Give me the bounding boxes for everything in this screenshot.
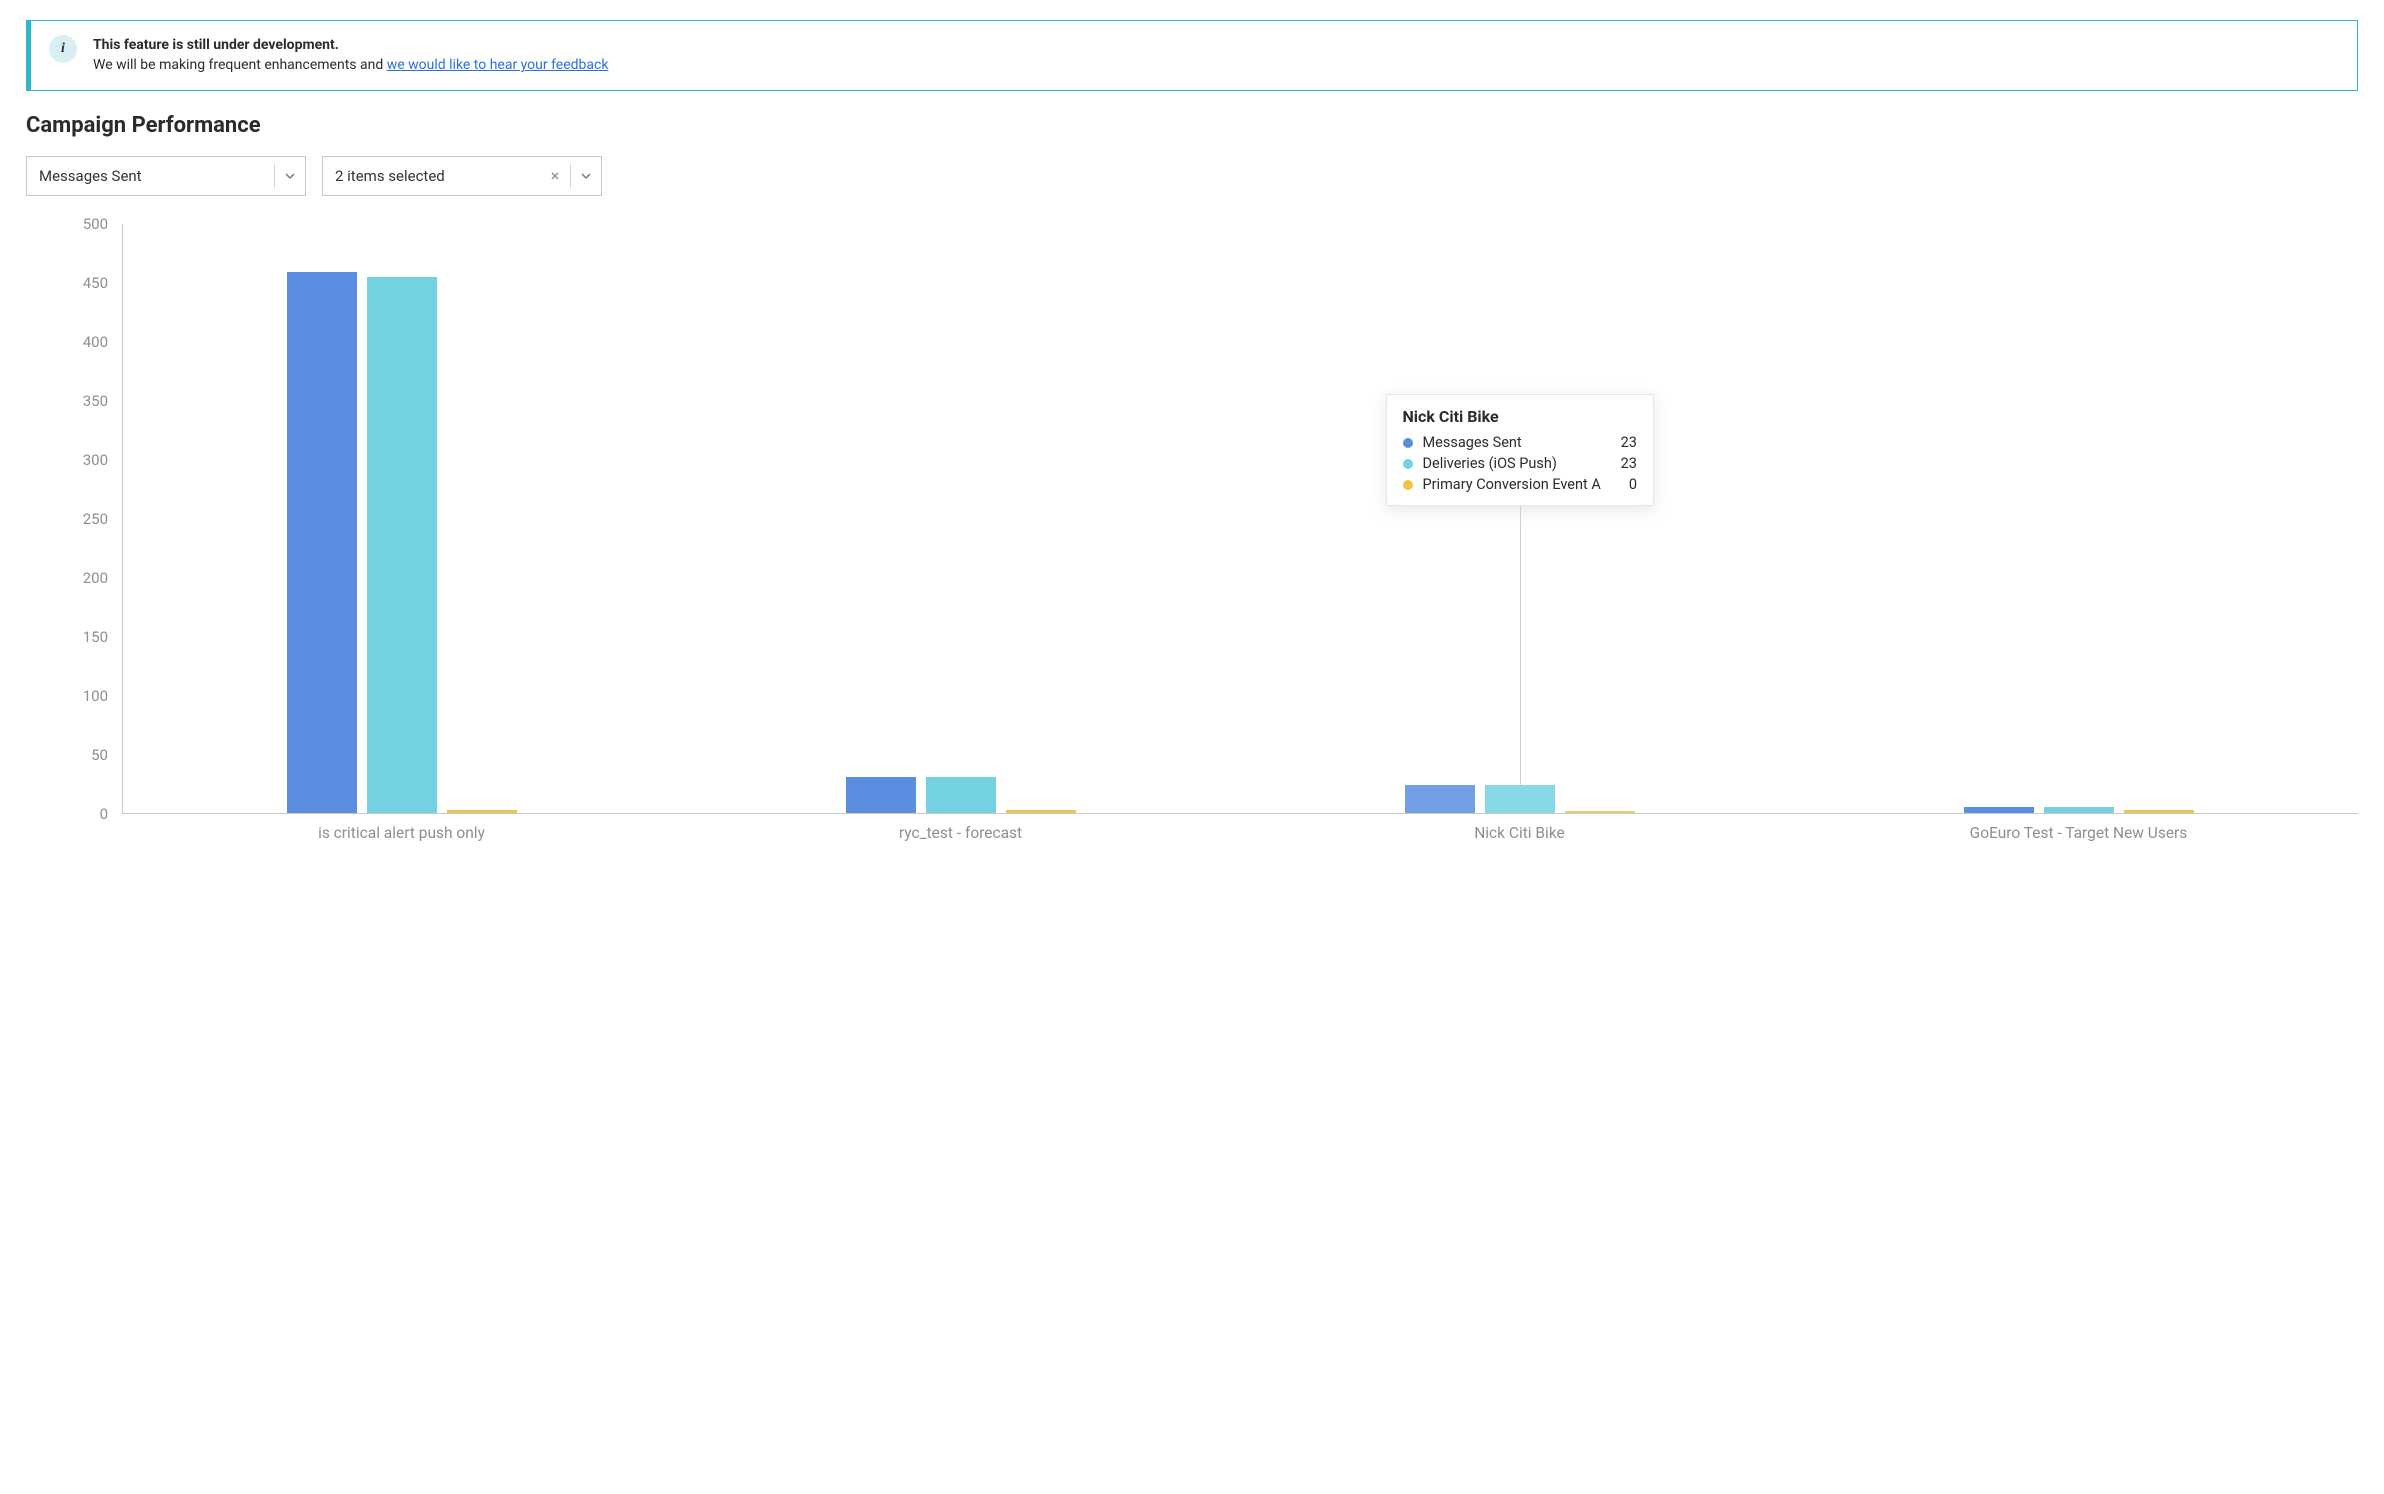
chart-tooltip: Nick Citi Bike Messages Sent23Deliveries… — [1386, 394, 1654, 506]
tooltip-series-value: 0 — [1611, 476, 1637, 493]
legend-swatch — [1403, 480, 1413, 490]
y-tick: 50 — [91, 746, 108, 764]
x-tick-label: Nick Citi Bike — [1240, 824, 1799, 842]
metric-select-value: Messages Sent — [27, 157, 274, 195]
tooltip-series-label: Deliveries (iOS Push) — [1423, 455, 1593, 472]
category-group[interactable] — [1799, 224, 2358, 813]
tooltip-title: Nick Citi Bike — [1403, 407, 1637, 426]
section-title: Campaign Performance — [26, 113, 2358, 138]
bar[interactable] — [846, 777, 916, 812]
y-tick: 350 — [83, 392, 108, 410]
y-tick: 150 — [83, 628, 108, 646]
bar[interactable] — [447, 810, 517, 812]
legend-swatch — [1403, 459, 1413, 469]
chevron-down-icon — [275, 157, 305, 195]
bar[interactable] — [287, 272, 357, 812]
tooltip-series-value: 23 — [1603, 434, 1637, 451]
y-tick: 500 — [83, 215, 108, 233]
bar[interactable] — [1565, 811, 1635, 813]
bar[interactable] — [1006, 810, 1076, 812]
info-banner-text: This feature is still under development.… — [93, 35, 608, 76]
y-tick: 250 — [83, 510, 108, 528]
category-group[interactable] — [123, 224, 682, 813]
tooltip-pointer — [1520, 506, 1521, 786]
clear-icon[interactable]: × — [540, 157, 570, 195]
y-tick: 450 — [83, 274, 108, 292]
tooltip-row: Deliveries (iOS Push) 23 — [1403, 453, 1637, 474]
feedback-link[interactable]: we would like to hear your feedback — [387, 57, 609, 73]
y-tick: 100 — [83, 687, 108, 705]
tooltip-series-label: Messages Sent — [1423, 434, 1593, 451]
legend-swatch — [1403, 438, 1413, 448]
tooltip-row: Primary Conversion Event A 0 — [1403, 474, 1637, 495]
chart: 050100150200250300350400450500 is critic… — [26, 224, 2358, 842]
x-tick-label: is critical alert push only — [122, 824, 681, 842]
info-icon: i — [49, 35, 77, 63]
x-tick-label: ryc_test - forecast — [681, 824, 1240, 842]
bar[interactable] — [2124, 810, 2194, 812]
tooltip-row: Messages Sent 23 — [1403, 432, 1637, 453]
info-banner-bold: This feature is still under development. — [93, 37, 339, 53]
tooltip-series-value: 23 — [1603, 455, 1637, 472]
info-banner: i This feature is still under developmen… — [26, 20, 2358, 91]
y-tick: 400 — [83, 333, 108, 351]
y-tick: 0 — [100, 805, 108, 823]
bar[interactable] — [1485, 785, 1555, 812]
bar[interactable] — [1964, 807, 2034, 813]
chevron-down-icon — [571, 157, 601, 195]
tooltip-series-label: Primary Conversion Event A — [1423, 476, 1601, 493]
info-banner-line2: We will be making frequent enhancements … — [93, 57, 387, 73]
bar[interactable] — [2044, 807, 2114, 813]
y-axis: 050100150200250300350400450500 — [26, 224, 122, 814]
x-axis: is critical alert push onlyryc_test - fo… — [122, 814, 2358, 842]
x-tick-label: GoEuro Test - Target New Users — [1799, 824, 2358, 842]
category-group[interactable] — [682, 224, 1241, 813]
metric-select[interactable]: Messages Sent — [26, 156, 306, 196]
bar[interactable] — [926, 777, 996, 812]
multi-select-value: 2 items selected — [323, 157, 540, 195]
filter-row: Messages Sent 2 items selected × — [26, 156, 2358, 196]
y-tick: 200 — [83, 569, 108, 587]
y-tick: 300 — [83, 451, 108, 469]
bar[interactable] — [367, 277, 437, 813]
plot-area[interactable] — [122, 224, 2358, 814]
bar[interactable] — [1405, 785, 1475, 812]
campaign-multi-select[interactable]: 2 items selected × — [322, 156, 602, 196]
